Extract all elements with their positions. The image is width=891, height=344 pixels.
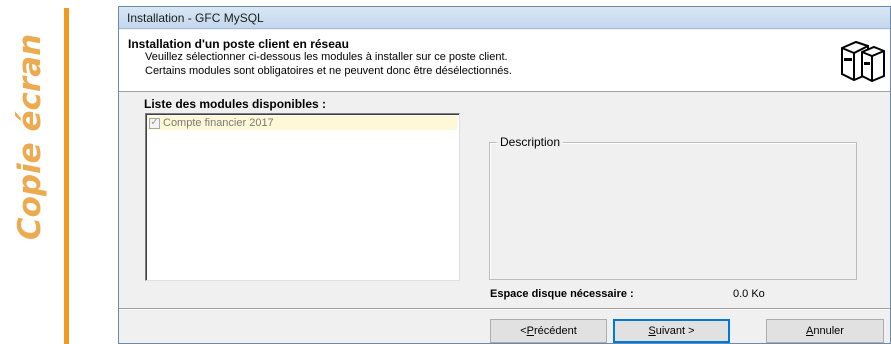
next-button[interactable]: Suivant > <box>613 319 730 343</box>
modules-list-label: Liste des modules disponibles : <box>144 97 327 111</box>
header-instruction-1: Veuillez sélectionner ci-dessous les mod… <box>145 51 508 63</box>
cancel-button-label: nnuler <box>813 325 844 337</box>
description-legend: Description <box>497 135 564 149</box>
next-button-label: uivant > <box>655 325 695 337</box>
next-button-accel: S <box>648 325 656 337</box>
module-checkbox[interactable]: ✓ <box>149 117 160 129</box>
module-item-label: Compte financier 2017 <box>163 117 274 129</box>
wizard-header: Installation d'un poste client en réseau… <box>119 30 890 92</box>
disk-space-label: Espace disque nécessaire : <box>490 288 634 300</box>
header-instruction-2: Certains modules sont obligatoires et ne… <box>145 65 512 77</box>
previous-button-accel: P <box>526 325 534 337</box>
module-item-compte-financier[interactable]: ✓ Compte financier 2017 <box>148 116 457 130</box>
previous-button[interactable]: < Précédent <box>490 319 607 343</box>
computers-icon <box>841 40 885 82</box>
side-caption: Copie écran <box>2 0 58 344</box>
description-group <box>489 142 857 280</box>
cancel-button[interactable]: Annuler <box>766 319 884 343</box>
header-title: Installation d'un poste client en réseau <box>128 37 349 51</box>
previous-button-label: récédent <box>533 325 577 337</box>
window-titlebar[interactable]: Installation - GFC MySQL <box>119 7 890 29</box>
installer-window: Installation - GFC MySQL Installation d'… <box>118 6 891 344</box>
cancel-button-accel: A <box>806 325 814 337</box>
orange-divider <box>64 8 69 344</box>
disk-space-value: 0.0 Ko <box>733 288 765 300</box>
modules-list[interactable]: ✓ Compte financier 2017 <box>145 113 460 281</box>
window-title: Installation - GFC MySQL <box>127 10 264 25</box>
side-caption-text: Copie écran <box>12 33 49 241</box>
button-separator <box>119 308 890 310</box>
